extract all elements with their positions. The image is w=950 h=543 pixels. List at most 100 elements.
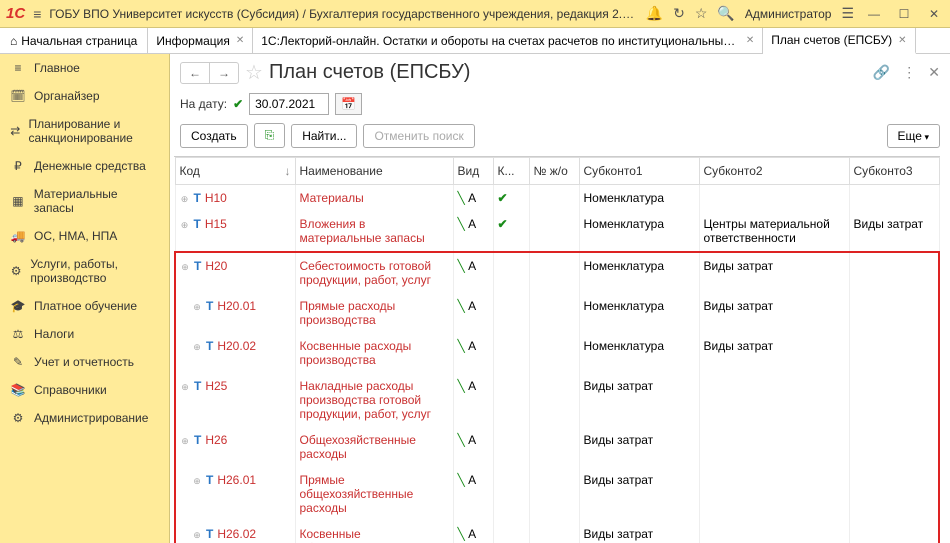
col-k[interactable]: К...: [493, 158, 529, 185]
tab-item[interactable]: 1С:Лекторий-онлайн. Остатки и обороты на…: [253, 28, 763, 53]
user-label[interactable]: Администратор: [745, 7, 832, 21]
expand-icon[interactable]: ⊕: [192, 302, 202, 313]
sidebar-item[interactable]: ≡Главное: [0, 54, 169, 82]
col-s1[interactable]: Субконто1: [579, 158, 699, 185]
sidebar-icon: ⚙: [10, 411, 26, 425]
subkonto1: Номенклатура: [579, 333, 699, 373]
bell-icon[interactable]: 🔔: [646, 5, 663, 22]
table-row[interactable]: ⊕TН10Материалы╲ А✔Номенклатура: [175, 185, 939, 212]
grid[interactable]: Код↓ Наименование Вид К... № ж/о Субконт…: [174, 156, 940, 543]
table-row[interactable]: ⊕TН26.02Косвенные общехозяйственные расх…: [175, 521, 939, 543]
subkonto3: [849, 333, 939, 373]
expand-icon[interactable]: ⊕: [180, 262, 190, 273]
subkonto1: Виды затрат: [579, 521, 699, 543]
table-row[interactable]: ⊕TН25Накладные расходы производства гото…: [175, 373, 939, 427]
close-icon[interactable]: ✕: [236, 35, 244, 46]
table-row[interactable]: ⊕TН26.01Прямые общехозяйственные расходы…: [175, 467, 939, 521]
sidebar-item[interactable]: 📚Справочники: [0, 376, 169, 404]
name-text: Прямые расходы производства: [300, 299, 396, 327]
tab-label: План счетов (ЕПСБУ): [771, 33, 892, 47]
sidebar-item[interactable]: ⚙Услуги, работы, производство: [0, 250, 169, 292]
expand-icon[interactable]: ⊕: [180, 220, 190, 231]
expand-icon[interactable]: ⊕: [192, 476, 202, 487]
tab-label: 1С:Лекторий-онлайн. Остатки и обороты на…: [261, 34, 740, 48]
table-row[interactable]: ⊕TН20.01Прямые расходы производства╲ АНо…: [175, 293, 939, 333]
t-icon: T: [206, 299, 213, 313]
sidebar-item[interactable]: ⚙Администрирование: [0, 404, 169, 432]
expand-icon[interactable]: ⊕: [180, 194, 190, 205]
sidebar-item[interactable]: 🗓Органайзер: [0, 82, 169, 110]
expand-icon[interactable]: ⊕: [192, 530, 202, 541]
menu-icon[interactable]: ≡: [33, 6, 41, 22]
name-text: Накладные расходы производства готовой п…: [300, 379, 432, 421]
col-s2[interactable]: Субконто2: [699, 158, 849, 185]
sidebar-item[interactable]: ✎Учет и отчетность: [0, 348, 169, 376]
favorite-icon[interactable]: ☆: [245, 60, 263, 85]
create-button[interactable]: Создать: [180, 124, 248, 148]
sidebar-item[interactable]: 🚚ОС, НМА, НПА: [0, 222, 169, 250]
expand-icon[interactable]: ⊕: [180, 382, 190, 393]
home-icon: ⌂: [10, 34, 17, 48]
sidebar-item-label: Услуги, работы, производство: [30, 257, 159, 285]
vid-mark-icon: ╲: [458, 527, 465, 541]
forward-button[interactable]: →: [209, 63, 238, 83]
table-row[interactable]: ⊕TН15Вложения в материальные запасы╲ А✔Н…: [175, 211, 939, 252]
col-name[interactable]: Наименование: [295, 158, 453, 185]
sidebar-item[interactable]: 🎓Платное обучение: [0, 292, 169, 320]
sidebar-icon: ▦: [10, 194, 26, 208]
expand-icon[interactable]: ⊕: [192, 342, 202, 353]
table-row[interactable]: ⊕TН26Общехозяйственные расходы╲ АВиды за…: [175, 427, 939, 467]
table-row[interactable]: ⊕TН20Себестоимость готовой продукции, ра…: [175, 252, 939, 293]
link-icon[interactable]: 🔗: [873, 64, 890, 81]
col-s3[interactable]: Субконто3: [849, 158, 939, 185]
more-icon[interactable]: ⋮: [902, 64, 916, 81]
table-row[interactable]: ⊕TН20.02Косвенные расходы производства╲ …: [175, 333, 939, 373]
sidebar: ≡Главное🗓Органайзер⇄Планирование и санкц…: [0, 54, 170, 543]
sidebar-item[interactable]: ₽Денежные средства: [0, 152, 169, 180]
cancel-find-button[interactable]: Отменить поиск: [363, 124, 474, 148]
name-text: Общехозяйственные расходы: [300, 433, 416, 461]
date-toolbar: На дату: ✔ 📅: [170, 89, 950, 123]
close-button[interactable]: ✕: [924, 7, 944, 21]
t-icon: T: [194, 433, 201, 447]
date-checkbox[interactable]: ✔: [233, 97, 243, 111]
expand-icon[interactable]: ⊕: [180, 436, 190, 447]
sidebar-icon: ⇄: [10, 124, 20, 138]
tab-item[interactable]: Информация ✕: [148, 28, 253, 53]
more-button[interactable]: Еще: [887, 124, 940, 148]
close-page-icon[interactable]: ✕: [928, 64, 940, 81]
code-text: Н26: [205, 433, 227, 447]
search-icon[interactable]: 🔍: [717, 5, 734, 22]
sidebar-item[interactable]: ⚖Налоги: [0, 320, 169, 348]
sidebar-item-label: ОС, НМА, НПА: [34, 229, 117, 243]
subkonto2: Виды затрат: [699, 252, 849, 293]
col-code[interactable]: Код↓: [175, 158, 295, 185]
copy-button[interactable]: ⎘: [254, 123, 286, 148]
name-text: Материалы: [300, 191, 364, 205]
subkonto3: Виды затрат: [849, 211, 939, 252]
close-icon[interactable]: ✕: [746, 35, 754, 46]
col-vid[interactable]: Вид: [453, 158, 493, 185]
tab-home[interactable]: ⌂ Начальная страница: [0, 28, 148, 53]
subkonto3: [849, 427, 939, 467]
sidebar-icon: ⚖: [10, 327, 26, 341]
star-icon[interactable]: ☆: [695, 5, 708, 22]
subkonto2: [699, 185, 849, 212]
minimize-button[interactable]: —: [864, 7, 884, 21]
sidebar-item[interactable]: ▦Материальные запасы: [0, 180, 169, 222]
page-header: ← → ☆ План счетов (ЕПСБУ) 🔗 ⋮ ✕: [170, 54, 950, 89]
user-menu-icon[interactable]: ☰: [841, 5, 854, 22]
maximize-button[interactable]: ☐: [894, 7, 914, 21]
vid-text: А: [468, 379, 476, 393]
find-button[interactable]: Найти...: [291, 124, 357, 148]
sidebar-item[interactable]: ⇄Планирование и санкционирование: [0, 110, 169, 152]
col-njo[interactable]: № ж/о: [529, 158, 579, 185]
back-button[interactable]: ←: [181, 63, 209, 83]
history-icon[interactable]: ↻: [673, 5, 685, 22]
close-icon[interactable]: ✕: [898, 35, 906, 46]
tab-item-active[interactable]: План счетов (ЕПСБУ) ✕: [763, 28, 915, 54]
calendar-icon[interactable]: 📅: [335, 93, 362, 115]
date-input[interactable]: [249, 93, 329, 115]
date-label: На дату:: [180, 97, 227, 111]
name-text: Вложения в материальные запасы: [300, 217, 425, 245]
